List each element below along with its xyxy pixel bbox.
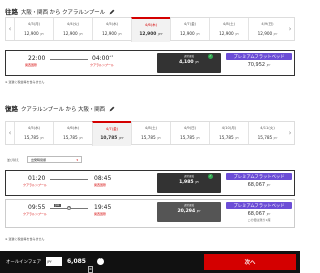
footer-bar: オールインフェア JPY 6,085 ˆ 次へ bbox=[0, 251, 300, 273]
arrival-airport: 関西国際 bbox=[94, 212, 107, 216]
inbound-date-selector: ‹ 4/5(水) 15,785 JPY 4/6(木) 15,785 JPY 4/7(… bbox=[5, 121, 295, 146]
chevron-up-icon[interactable]: ˆ bbox=[97, 258, 104, 265]
footer-total: 6,085 bbox=[67, 257, 86, 265]
outbound-route: 大阪・関西 から クアラルンプール bbox=[21, 10, 106, 16]
arrival-time: 19:45 bbox=[94, 204, 112, 211]
next-button[interactable]: 次へ bbox=[204, 254, 296, 270]
seats-left-note: この便は残り1席 bbox=[247, 218, 271, 222]
inbound-title: 復路 bbox=[5, 105, 18, 113]
inbound-date-cell[interactable]: 4/10(月) 15,785 JPY bbox=[209, 122, 248, 144]
arrival-time: 08:45 bbox=[94, 175, 112, 182]
outbound-premium-fare[interactable]: プレミアムフラットベッド bbox=[226, 53, 292, 60]
inbound-date-cell-selected[interactable]: 4/7(金) 10,785 JPY bbox=[92, 121, 131, 146]
footer-label: オールインフェア bbox=[6, 260, 41, 265]
outbound-next-arrow-icon[interactable]: › bbox=[286, 18, 294, 40]
outbound-date-cell[interactable]: 4/9(日) 12,900 JPY bbox=[248, 18, 286, 40]
inbound-date-cell[interactable]: 4/5(水) 15,785 JPY bbox=[14, 122, 53, 144]
outbound-date-cell[interactable]: 4/5(水) 12,900 JPY bbox=[92, 18, 131, 40]
inbound-date-cell[interactable]: 4/9(日) 15,785 JPY bbox=[170, 122, 209, 144]
currency-select[interactable]: JPY bbox=[46, 257, 62, 266]
outbound-date-cell[interactable]: 4/3(月) 12,900 JPY bbox=[14, 18, 53, 40]
arrival-airport: クアラルンプール bbox=[90, 63, 114, 67]
inbound-heading: 復路 クアラルンプール から 大阪・関西 bbox=[5, 103, 115, 113]
edit-pencil-icon[interactable] bbox=[109, 9, 115, 15]
inbound-premium-price: 68,067 JPY bbox=[247, 211, 271, 217]
outbound-date-cell[interactable]: 4/4(火) 12,900 JPY bbox=[53, 18, 92, 40]
fare-rules-icon[interactable] bbox=[88, 258, 93, 273]
carrier-badge: JAL bbox=[54, 204, 61, 207]
outbound-title: 往路 bbox=[5, 8, 18, 16]
inbound-prev-arrow-icon[interactable]: ‹ bbox=[6, 122, 14, 144]
inbound-premium-fare[interactable]: プレミアムフラットベッド bbox=[226, 202, 292, 209]
stopover-marker: 1 bbox=[67, 206, 71, 210]
inbound-date-cell[interactable]: 4/8(土) 15,785 JPY bbox=[131, 122, 170, 144]
selected-check-icon: ✓ bbox=[208, 54, 213, 59]
inbound-date-cell[interactable]: 4/6(木) 15,785 JPY bbox=[53, 122, 92, 144]
sort-label: 並び替え bbox=[7, 158, 20, 162]
selected-check-icon: ✓ bbox=[208, 174, 213, 179]
outbound-premium-price: 70,952 JPY bbox=[247, 62, 271, 68]
departure-airport: クアラルンプール bbox=[23, 212, 47, 216]
inbound-premium-price: 68,067 JPY bbox=[247, 182, 271, 188]
outbound-date-selector: ‹ 4/3(月) 12,900 JPY 4/4(火) 12,900 JPY 4/5(… bbox=[5, 17, 295, 42]
inbound-date-cell[interactable]: 4/11(火) 15,785 JPY bbox=[248, 122, 286, 144]
arrival-airport: 関西国際 bbox=[94, 183, 107, 187]
inbound-flight-row[interactable]: 01:20 クアラルンプール 08:45 関西国際 通常運賃 1,985 JPY… bbox=[5, 170, 295, 196]
flight-line bbox=[50, 59, 88, 60]
inbound-premium-fare[interactable]: プレミアムフラットベッド bbox=[226, 173, 292, 180]
inbound-flight-row[interactable]: 09:55 クアラルンプール 1 JAL 19:45 関西国際 通常運賃 20,… bbox=[5, 199, 295, 228]
edit-pencil-icon[interactable] bbox=[109, 106, 115, 112]
inbound-route: クアラルンプール から 大阪・関西 bbox=[21, 107, 106, 113]
inbound-standard-fare[interactable]: 通常運賃 20,294 JPY bbox=[157, 202, 221, 222]
inbound-next-arrow-icon[interactable]: › bbox=[286, 122, 294, 144]
departure-airport: クアラルンプール bbox=[23, 183, 47, 187]
departure-time: 01:20 bbox=[28, 175, 46, 182]
arrival-time: 04:00+1 bbox=[92, 55, 114, 62]
chevron-down-icon: ▾ bbox=[76, 157, 78, 162]
departure-time: 22:00 bbox=[28, 55, 46, 62]
outbound-date-cell[interactable]: 4/8(土) 12,900 JPY bbox=[209, 18, 248, 40]
outbound-date-cell[interactable]: 4/7(金) 12,900 JPY bbox=[170, 18, 209, 40]
outbound-prev-arrow-icon[interactable]: ‹ bbox=[6, 18, 14, 40]
departure-time: 09:55 bbox=[28, 204, 46, 211]
sort-select[interactable]: 出発時間順 ▾ bbox=[27, 156, 82, 163]
departure-airport: 関西国際 bbox=[25, 63, 38, 67]
flight-line bbox=[50, 179, 88, 180]
inbound-tax-note: ※ 運賃に税金等を含みません bbox=[5, 237, 45, 241]
outbound-heading: 往路 大阪・関西 から クアラルンプール bbox=[5, 6, 115, 16]
outbound-tax-note: ※ 運賃に税金等を含みません bbox=[5, 80, 45, 84]
outbound-date-cell-selected[interactable]: 4/6(木) 12,900 JPY bbox=[131, 17, 170, 42]
outbound-flight-row[interactable]: 22:00 関西国際 04:00+1 クアラルンプール 通常運賃 4,100 J… bbox=[5, 50, 295, 76]
